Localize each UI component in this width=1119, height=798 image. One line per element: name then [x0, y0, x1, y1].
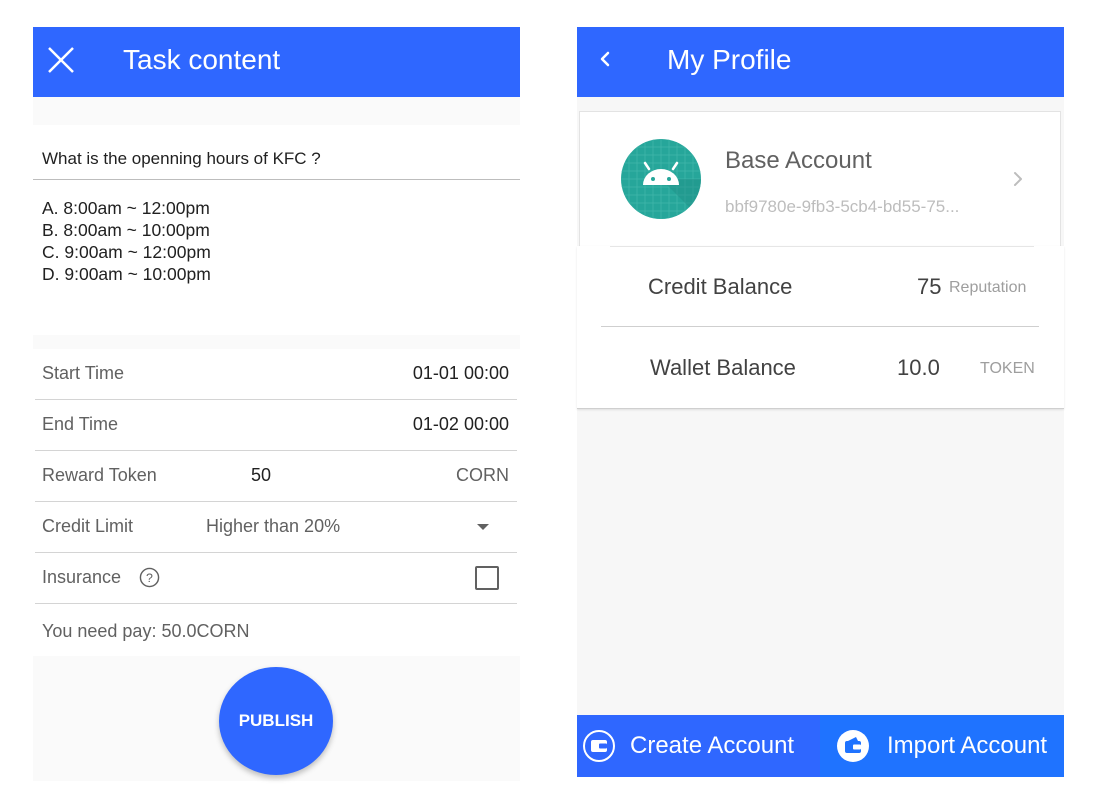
pay-summary-row: You need pay: 50.0CORN [35, 604, 520, 656]
start-time-label: Start Time [42, 363, 125, 383]
insurance-label: Insurance [42, 567, 122, 587]
back-chevron-icon[interactable] [595, 47, 615, 71]
account-card[interactable]: Base Account bbf9780e-9fb3-5cb4-bd55-75.… [579, 111, 1061, 246]
insurance-row: Insurance ? [35, 553, 517, 604]
task-content-screen: Task content What is the openning hours … [33, 27, 520, 781]
option-c: C. 9:00am ~ 12:00pm [42, 242, 211, 262]
credit-balance-label: Credit Balance [648, 274, 793, 299]
divider [33, 179, 520, 180]
task-form: Start Time 01-01 00:00 End Time 01-02 00… [33, 349, 520, 656]
bottom-action-bar: Create Account Import Account [577, 715, 1064, 777]
help-circle-icon[interactable]: ? [139, 567, 160, 588]
option-d: D. 9:00am ~ 10:00pm [42, 264, 211, 284]
insurance-checkbox[interactable] [475, 566, 499, 590]
end-time-value[interactable]: 01-02 00:00 [413, 414, 509, 435]
end-time-label: End Time [42, 414, 119, 434]
account-name: Base Account [725, 147, 872, 174]
page-title: My Profile [667, 44, 792, 75]
reward-token-row: Reward Token 50 CORN [35, 451, 517, 502]
credit-limit-row[interactable]: Credit Limit Higher than 20% [35, 502, 517, 553]
credit-balance-row: Credit Balance 75 Reputation [577, 246, 1064, 326]
balance-card: Credit Balance 75 Reputation Wallet Bala… [577, 246, 1064, 409]
close-icon[interactable] [46, 45, 76, 75]
reward-token-input[interactable]: 50 [251, 465, 271, 486]
credit-balance-unit: Reputation [949, 279, 1027, 296]
start-time-row[interactable]: Start Time 01-01 00:00 [35, 349, 517, 400]
reward-token-label: Reward Token [42, 465, 157, 485]
wallet-balance-label: Wallet Balance [650, 355, 796, 380]
pay-summary-text: You need pay: 50.0CORN [42, 621, 250, 641]
account-id: bbf9780e-9fb3-5cb4-bd55-75... [725, 197, 960, 216]
credit-balance-amount: 75 [917, 274, 942, 299]
options-list: A. 8:00am ~ 12:00pm B. 8:00am ~ 10:00pm … [42, 197, 211, 285]
credit-limit-label: Credit Limit [42, 516, 134, 536]
start-time-value[interactable]: 01-01 00:00 [413, 363, 509, 384]
wallet-balance-row: Wallet Balance 10.0 TOKEN [577, 328, 1064, 408]
profile-app-bar: My Profile [577, 27, 1064, 97]
my-profile-screen: My Profile Base Account bbf9780e-9fb3-5c… [577, 27, 1064, 777]
android-avatar-icon [621, 139, 701, 219]
divider [601, 326, 1039, 327]
task-question-card: What is the openning hours of KFC ? A. 8… [33, 125, 520, 335]
chevron-right-icon [1014, 172, 1022, 186]
dropdown-arrow-icon[interactable] [477, 524, 489, 530]
import-wallet-icon [837, 730, 869, 762]
wallet-balance-unit: TOKEN [980, 360, 1035, 377]
question-text: What is the openning hours of KFC ? [42, 149, 321, 168]
create-account-label: Create Account [630, 732, 795, 759]
import-account-button[interactable]: Import Account [820, 715, 1064, 777]
reward-unit: CORN [456, 465, 509, 485]
import-account-label: Import Account [887, 732, 1048, 759]
publish-button[interactable]: PUBLISH [219, 667, 333, 775]
task-app-bar: Task content [33, 27, 520, 97]
page-title: Task content [123, 44, 281, 75]
end-time-row[interactable]: End Time 01-02 00:00 [35, 400, 517, 451]
option-a: A. 8:00am ~ 12:00pm [42, 198, 210, 218]
credit-limit-select[interactable]: Higher than 20% [206, 516, 340, 537]
svg-text:?: ? [146, 571, 153, 585]
wallet-balance-amount: 10.0 [897, 355, 940, 380]
wallet-icon [583, 730, 615, 762]
create-account-button[interactable]: Create Account [577, 715, 820, 777]
option-b: B. 8:00am ~ 10:00pm [42, 220, 210, 240]
